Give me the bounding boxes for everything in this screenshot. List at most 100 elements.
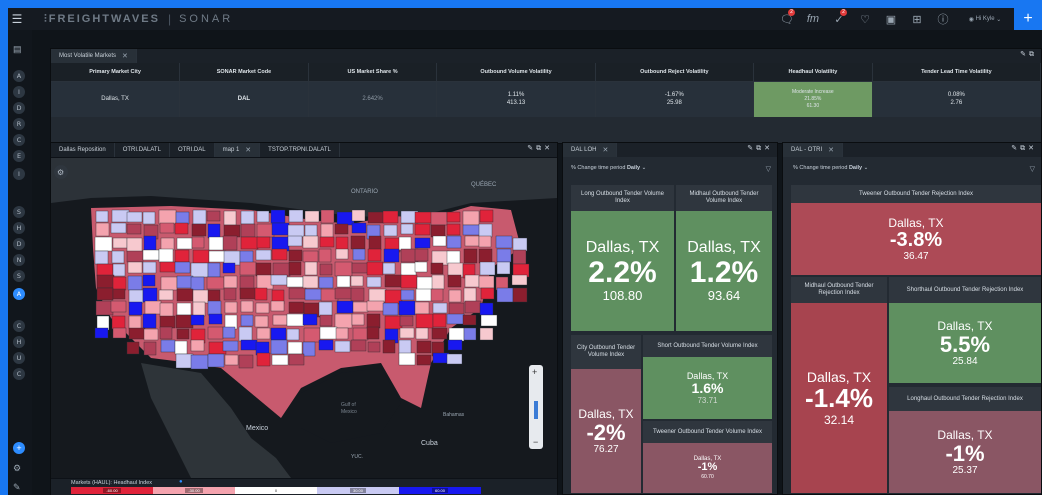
tab-dal-otri[interactable]: DAL - OTRI ✕	[783, 143, 843, 157]
map-region[interactable]	[367, 211, 385, 224]
map-region[interactable]	[255, 249, 272, 261]
tab-most-volatile-markets[interactable]: Most Volatile Markets ✕	[51, 49, 137, 63]
tab-otri-dal[interactable]: OTRI.DAL	[170, 143, 215, 157]
map-region[interactable]	[430, 288, 444, 302]
map-region[interactable]	[126, 211, 143, 223]
map-region[interactable]	[319, 314, 333, 327]
map-region[interactable]	[191, 236, 205, 249]
map-region[interactable]	[352, 327, 369, 341]
sidebar-item-4[interactable]: C	[13, 134, 25, 146]
tab-dallas-reposition[interactable]: Dallas Reposition	[51, 143, 115, 157]
filter-icon[interactable]: ▽	[1030, 165, 1035, 173]
map-region[interactable]	[447, 339, 463, 351]
map-region[interactable]	[95, 210, 109, 223]
close-icon[interactable]: ✕	[828, 146, 834, 154]
map-region[interactable]	[142, 249, 160, 261]
map-region[interactable]	[334, 287, 353, 300]
map-region[interactable]	[415, 327, 429, 340]
map-region[interactable]	[207, 300, 222, 316]
map-region[interactable]	[256, 223, 275, 238]
map-region[interactable]	[240, 223, 256, 238]
col-tender-lead-time-volatility[interactable]: Tender Lead Time Volatility	[872, 63, 1042, 81]
map-region[interactable]	[256, 274, 274, 290]
sidebar-item-10[interactable]: N	[13, 254, 25, 266]
tab-tstop[interactable]: TSTOP.TRPNI.DALATL	[260, 143, 340, 157]
map-region[interactable]	[318, 339, 334, 351]
map-region[interactable]	[479, 261, 496, 276]
map-region[interactable]	[302, 275, 319, 289]
map-region[interactable]	[368, 235, 382, 251]
loh-tile-5[interactable]: Dallas, TX -1% 60.70	[643, 443, 772, 493]
map-region[interactable]	[479, 209, 494, 223]
map-region[interactable]	[96, 263, 114, 277]
map-region[interactable]	[430, 224, 446, 238]
map-region[interactable]	[270, 300, 285, 312]
map-region[interactable]	[416, 340, 432, 354]
map-region[interactable]	[142, 287, 158, 303]
sidebar-item-3[interactable]: R	[13, 118, 25, 130]
map-region[interactable]	[336, 211, 355, 226]
map-region[interactable]	[366, 261, 384, 276]
map-region[interactable]	[414, 223, 431, 236]
map-region[interactable]	[158, 289, 174, 301]
map-region[interactable]	[430, 262, 444, 275]
map-region[interactable]	[174, 340, 188, 355]
map-region[interactable]	[175, 211, 190, 225]
map-region[interactable]	[208, 313, 223, 325]
map-region[interactable]	[272, 314, 288, 326]
map-region[interactable]	[335, 248, 349, 260]
map-region[interactable]	[478, 235, 492, 248]
map-region[interactable]	[127, 275, 143, 291]
sidebar-item-2[interactable]: D	[13, 102, 25, 114]
map-region[interactable]	[432, 352, 450, 364]
map-region[interactable]	[431, 274, 445, 290]
close-icon[interactable]: ✕	[602, 146, 608, 154]
map-region[interactable]	[190, 354, 209, 370]
map-region[interactable]	[496, 248, 512, 263]
map-region[interactable]	[398, 236, 412, 251]
map-region[interactable]	[176, 237, 193, 250]
sidebar-item-11[interactable]: S	[13, 270, 25, 282]
map-region[interactable]	[176, 302, 192, 316]
close-icon[interactable]: ✕	[122, 52, 128, 60]
otri-tile-4[interactable]: Dallas, TX -1% 25.37	[889, 411, 1041, 493]
map-region[interactable]	[352, 301, 369, 313]
map-region[interactable]	[382, 302, 399, 316]
map-region[interactable]	[271, 248, 288, 261]
map-region[interactable]	[192, 209, 207, 225]
sidebar-item-15[interactable]: U	[13, 352, 25, 364]
map-region[interactable]	[319, 263, 333, 276]
map-region[interactable]	[159, 261, 177, 273]
col-headhaul-volatility[interactable]: Headhaul Volatility	[753, 63, 873, 81]
map-region[interactable]	[96, 287, 114, 301]
map-region[interactable]	[94, 250, 109, 265]
alerts-icon[interactable]: ✓ 2	[826, 8, 852, 26]
col-outbound-volume-volatility[interactable]: Outbound Volume Volatility	[436, 63, 596, 81]
map-region[interactable]	[302, 313, 318, 326]
map-region[interactable]	[224, 301, 238, 314]
map-region[interactable]	[192, 301, 206, 317]
map-region[interactable]	[224, 354, 239, 366]
map-region[interactable]	[496, 287, 514, 303]
map-region[interactable]	[446, 235, 462, 249]
map-region[interactable]	[142, 211, 156, 225]
tab-map-1[interactable]: map 1 ✕	[214, 143, 261, 157]
map-region[interactable]	[462, 224, 481, 236]
map-region[interactable]	[463, 287, 477, 303]
map-region[interactable]	[240, 314, 254, 327]
map-region[interactable]	[270, 209, 286, 224]
map-region[interactable]	[511, 274, 528, 286]
dashboard-icon[interactable]: ▤	[13, 44, 22, 55]
map-region[interactable]	[144, 300, 162, 315]
map-region[interactable]	[287, 235, 303, 247]
map-region[interactable]	[240, 236, 259, 250]
map-region[interactable]	[318, 248, 332, 263]
map-region[interactable]	[128, 315, 142, 330]
map-region[interactable]	[414, 301, 430, 315]
map-region[interactable]	[222, 326, 236, 339]
info-icon[interactable]: ●	[179, 479, 183, 485]
map-region[interactable]	[287, 341, 303, 355]
tab-dal-loh[interactable]: DAL LOH ✕	[563, 143, 618, 157]
map-region[interactable]	[190, 339, 205, 352]
map-region[interactable]	[367, 248, 382, 262]
